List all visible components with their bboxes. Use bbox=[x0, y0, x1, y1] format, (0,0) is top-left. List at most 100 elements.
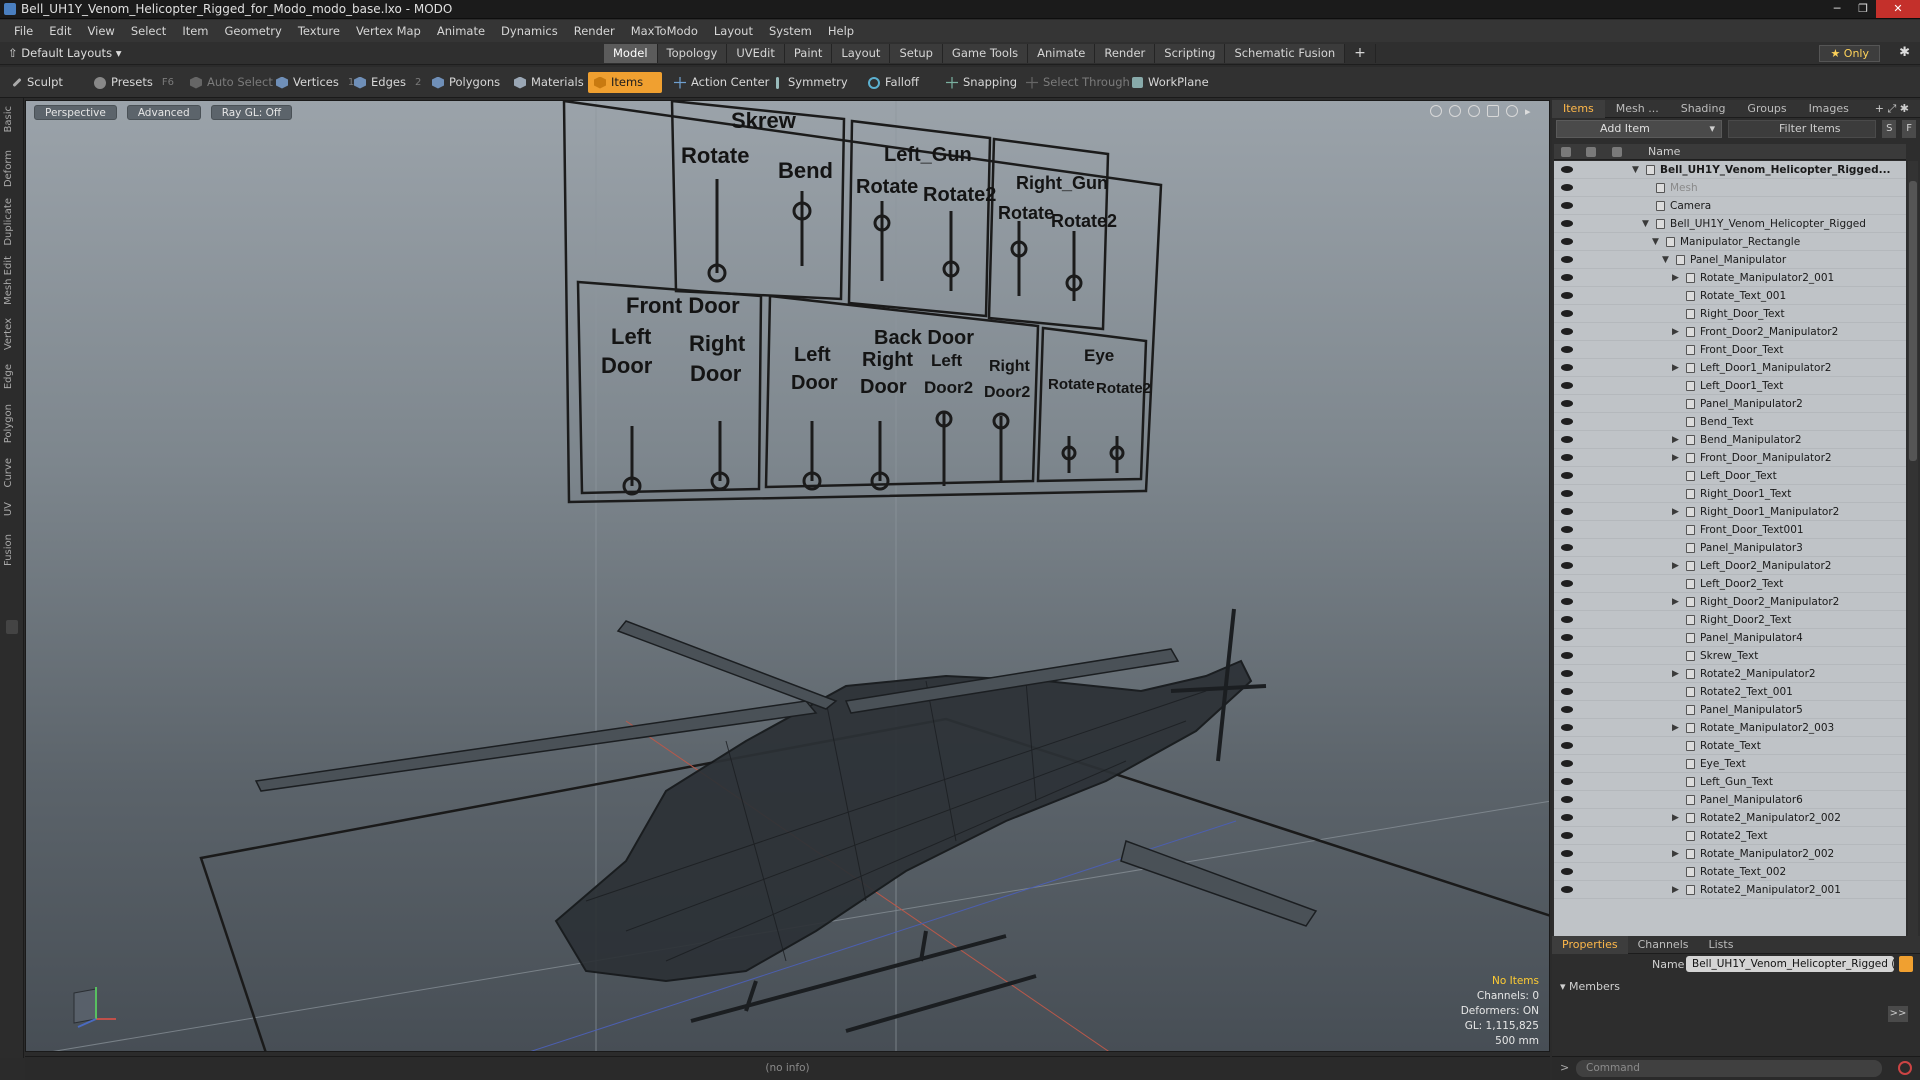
menu-edit[interactable]: Edit bbox=[41, 24, 79, 38]
menu-texture[interactable]: Texture bbox=[290, 24, 348, 38]
tree-row[interactable]: Left_Gun_Text bbox=[1554, 773, 1906, 791]
tab-setup[interactable]: Setup bbox=[890, 44, 943, 63]
tree-row[interactable]: Left_Door_Text bbox=[1554, 467, 1906, 485]
advanced-button[interactable]: Advanced bbox=[126, 105, 201, 120]
tree-row[interactable]: Panel_Manipulator2 bbox=[1554, 395, 1906, 413]
presets-button[interactable]: Presets F6 bbox=[88, 72, 180, 93]
eye-icon[interactable] bbox=[1561, 274, 1573, 281]
menu-file[interactable]: File bbox=[6, 24, 41, 38]
expand-right-icon[interactable]: ▶ bbox=[1672, 557, 1679, 575]
eye-icon[interactable] bbox=[1561, 778, 1573, 785]
minimize-button[interactable]: ─ bbox=[1824, 0, 1850, 18]
tree-row[interactable]: ▼ Bell_UH1Y_Venom_Helicopter_Rigged bbox=[1554, 215, 1906, 233]
tree-row[interactable]: Right_Door2_Text bbox=[1554, 611, 1906, 629]
tree-row[interactable]: ▶ Rotate2_Manipulator2_001 bbox=[1554, 881, 1906, 899]
eye-icon[interactable] bbox=[1561, 706, 1573, 713]
eye-icon[interactable] bbox=[1561, 868, 1573, 875]
eye-icon[interactable] bbox=[1561, 310, 1573, 317]
expand-down-icon[interactable]: ▼ bbox=[1632, 161, 1639, 179]
tree-row[interactable]: ▶ Front_Door_Manipulator2 bbox=[1554, 449, 1906, 467]
tab-items[interactable]: Items bbox=[1552, 100, 1605, 118]
expand-right-icon[interactable]: ▶ bbox=[1672, 269, 1679, 287]
menu-select[interactable]: Select bbox=[123, 24, 174, 38]
sculpt-button[interactable]: Sculpt bbox=[6, 72, 69, 93]
strip-tab-deform[interactable]: Deform bbox=[3, 150, 21, 187]
eye-icon[interactable] bbox=[1561, 364, 1573, 371]
tree-row[interactable]: Rotate_Text bbox=[1554, 737, 1906, 755]
record-icon[interactable] bbox=[1898, 1061, 1912, 1075]
viewport-gear-icon[interactable] bbox=[1506, 105, 1518, 117]
tree-row[interactable]: ▶ Rotate_Manipulator2_003 bbox=[1554, 719, 1906, 737]
color-swatch[interactable] bbox=[1899, 956, 1913, 972]
tree-row[interactable]: Front_Door_Text bbox=[1554, 341, 1906, 359]
tree-row[interactable]: ▶ Rotate2_Manipulator2 bbox=[1554, 665, 1906, 683]
tree-row[interactable]: Rotate2_Text bbox=[1554, 827, 1906, 845]
tree-row[interactable]: ▶ Right_Door2_Manipulator2 bbox=[1554, 593, 1906, 611]
vertices-button[interactable]: Vertices 1 bbox=[270, 72, 360, 93]
eye-icon[interactable] bbox=[1561, 454, 1573, 461]
tab-model[interactable]: Model bbox=[604, 44, 658, 63]
tree-row[interactable]: ▼ Panel_Manipulator bbox=[1554, 251, 1906, 269]
raygl-button[interactable]: Ray GL: Off bbox=[210, 105, 293, 120]
perspective-button[interactable]: Perspective bbox=[34, 105, 117, 120]
add-item-button[interactable]: Add Item ▾ bbox=[1556, 120, 1723, 138]
strip-tab-duplicate[interactable]: Duplicate bbox=[3, 198, 21, 246]
falloff-button[interactable]: Falloff bbox=[862, 72, 925, 93]
eye-icon[interactable] bbox=[1561, 382, 1573, 389]
tab-layout[interactable]: Layout bbox=[832, 44, 891, 63]
menu-layout[interactable]: Layout bbox=[706, 24, 761, 38]
tab-properties[interactable]: Properties bbox=[1552, 936, 1628, 954]
tab-shading[interactable]: Shading bbox=[1670, 100, 1737, 118]
eye-icon[interactable] bbox=[1561, 886, 1573, 893]
strip-tab-basic[interactable]: Basic bbox=[3, 106, 21, 132]
auto-select-button[interactable]: Auto Select bbox=[184, 72, 279, 93]
menu-system[interactable]: System bbox=[761, 24, 820, 38]
filter-items-input[interactable]: Filter Items bbox=[1728, 120, 1877, 138]
pan-icon[interactable] bbox=[1430, 105, 1442, 117]
expand-right-icon[interactable]: ▶ bbox=[1672, 809, 1679, 827]
expand-right-icon[interactable]: ▶ bbox=[1672, 845, 1679, 863]
eye-icon[interactable] bbox=[1561, 220, 1573, 227]
default-layouts-menu[interactable]: ⇧ Default Layouts ▾ bbox=[8, 46, 122, 60]
tree-row[interactable]: ▶ Rotate_Manipulator2_002 bbox=[1554, 845, 1906, 863]
tree-row[interactable]: Rotate_Text_002 bbox=[1554, 863, 1906, 881]
expand-right-icon[interactable]: ▶ bbox=[1672, 665, 1679, 683]
tree-row[interactable]: Mesh bbox=[1554, 179, 1906, 197]
menu-geometry[interactable]: Geometry bbox=[217, 24, 290, 38]
strip-toggle-icon[interactable] bbox=[6, 620, 18, 634]
eye-icon[interactable] bbox=[1561, 724, 1573, 731]
rotate-view-icon[interactable] bbox=[1449, 105, 1461, 117]
members-expand-button[interactable]: >> bbox=[1888, 1006, 1908, 1022]
tab-lists[interactable]: Lists bbox=[1699, 936, 1744, 954]
eye-icon[interactable] bbox=[1561, 544, 1573, 551]
eye-icon[interactable] bbox=[1561, 850, 1573, 857]
menu-item[interactable]: Item bbox=[174, 24, 216, 38]
eye-icon[interactable] bbox=[1561, 832, 1573, 839]
tree-row[interactable]: ▶ Front_Door2_Manipulator2 bbox=[1554, 323, 1906, 341]
tree-row[interactable]: Left_Door1_Text bbox=[1554, 377, 1906, 395]
members-section[interactable]: ▾ Members bbox=[1560, 980, 1620, 993]
items-button[interactable]: Items bbox=[588, 72, 662, 93]
expand-right-icon[interactable]: ▶ bbox=[1672, 431, 1679, 449]
eye-icon[interactable] bbox=[1561, 418, 1573, 425]
eye-icon[interactable] bbox=[1561, 634, 1573, 641]
strip-tab-fusion[interactable]: Fusion bbox=[3, 534, 21, 566]
menu-vertex-map[interactable]: Vertex Map bbox=[348, 24, 429, 38]
lock-column-icon[interactable] bbox=[1586, 147, 1596, 157]
tree-row[interactable]: Panel_Manipulator4 bbox=[1554, 629, 1906, 647]
s-filter-button[interactable]: S bbox=[1882, 120, 1897, 138]
eye-icon[interactable] bbox=[1561, 670, 1573, 677]
symmetry-button[interactable]: Symmetry bbox=[770, 72, 854, 93]
eye-icon[interactable] bbox=[1561, 598, 1573, 605]
tab-channels[interactable]: Channels bbox=[1628, 936, 1699, 954]
tree-row[interactable]: ▶ Right_Door1_Manipulator2 bbox=[1554, 503, 1906, 521]
add-tab-icon[interactable]: + bbox=[1345, 44, 1376, 63]
tree-row[interactable]: Rotate_Text_001 bbox=[1554, 287, 1906, 305]
eye-icon[interactable] bbox=[1561, 580, 1573, 587]
tab-render[interactable]: Render bbox=[1095, 44, 1156, 63]
visibility-column-icon[interactable] bbox=[1561, 147, 1571, 157]
tree-row[interactable]: Panel_Manipulator6 bbox=[1554, 791, 1906, 809]
eye-icon[interactable] bbox=[1561, 616, 1573, 623]
tab-animate[interactable]: Animate bbox=[1028, 44, 1096, 63]
snapping-button[interactable]: Snapping bbox=[940, 72, 1023, 93]
